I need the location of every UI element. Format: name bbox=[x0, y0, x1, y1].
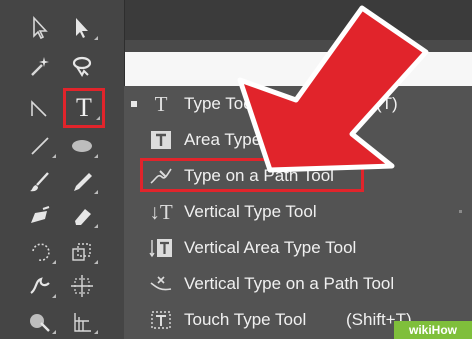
direct-selection-tool[interactable] bbox=[62, 10, 102, 46]
area-type-icon bbox=[146, 129, 176, 151]
magic-wand-tool[interactable] bbox=[20, 48, 60, 84]
eraser-icon bbox=[75, 209, 91, 225]
lasso-tool[interactable] bbox=[62, 48, 102, 84]
tools-panel: T bbox=[0, 0, 125, 339]
perspective-grid-icon bbox=[74, 313, 91, 332]
menu-item-label: Vertical Type Tool bbox=[184, 202, 317, 221]
menu-item-type-tool[interactable]: T Type Tool (T) bbox=[124, 86, 472, 122]
menu-item-shortcut: (T) bbox=[376, 94, 398, 113]
type-tools-flyout-menu: T Type Tool (T) Area Type Tool Type on a… bbox=[124, 86, 472, 339]
scroll-indicator bbox=[459, 210, 462, 213]
active-tool-bullet bbox=[131, 101, 137, 107]
menu-item-label: Vertical Type on a Path Tool bbox=[184, 274, 395, 293]
pencil-tool[interactable] bbox=[62, 164, 102, 200]
vertical-area-type-icon bbox=[146, 237, 176, 259]
document-canvas bbox=[124, 52, 472, 86]
width-tool[interactable] bbox=[20, 268, 60, 304]
paintbrush-icon bbox=[30, 172, 49, 192]
rotate-icon bbox=[32, 243, 50, 262]
pen-icon bbox=[31, 100, 47, 117]
free-transform-icon bbox=[71, 275, 93, 297]
ellipse-icon bbox=[72, 140, 92, 152]
shape-builder-tool[interactable] bbox=[20, 304, 60, 339]
menu-item-label: Vertical Area Type Tool bbox=[184, 238, 357, 257]
app-chrome-divider bbox=[124, 40, 472, 52]
eraser-tool[interactable] bbox=[62, 198, 102, 234]
vertical-type-on-path-icon bbox=[146, 273, 176, 295]
blob-brush-icon bbox=[31, 206, 50, 223]
line-segment-tool[interactable] bbox=[20, 128, 60, 164]
illustrator-tools-screenshot: T T Type Tool (T) Area Type Tool Type on… bbox=[0, 0, 472, 339]
line-icon bbox=[31, 137, 49, 155]
menu-item-vertical-type-tool[interactable]: ↓T Vertical Type Tool bbox=[124, 194, 472, 230]
scale-icon bbox=[72, 243, 91, 261]
menu-item-label: Area Type Tool bbox=[184, 130, 297, 149]
type-icon: T bbox=[154, 91, 168, 116]
type-tool-highlight-box bbox=[63, 88, 105, 128]
touch-type-icon bbox=[146, 309, 176, 331]
pencil-icon bbox=[74, 173, 92, 191]
scale-tool[interactable] bbox=[62, 234, 102, 270]
menu-item-area-type-tool[interactable]: Area Type Tool bbox=[124, 122, 472, 158]
direct-selection-arrow-icon bbox=[76, 18, 88, 38]
selection-arrow-icon bbox=[33, 15, 48, 40]
shape-builder-icon bbox=[30, 314, 50, 332]
pen-tool[interactable] bbox=[20, 90, 60, 126]
lasso-icon bbox=[72, 56, 92, 78]
magic-wand-icon bbox=[31, 57, 49, 76]
menu-item-vertical-area-type-tool[interactable]: Vertical Area Type Tool bbox=[124, 230, 472, 266]
paintbrush-tool[interactable] bbox=[20, 164, 60, 200]
selection-tool[interactable] bbox=[20, 10, 60, 46]
app-chrome-top bbox=[124, 0, 472, 40]
vertical-type-icon: ↓T bbox=[149, 199, 173, 224]
watermark-badge: wikiHow bbox=[394, 321, 472, 339]
menu-item-label: Touch Type Tool bbox=[184, 310, 307, 329]
blob-brush-tool[interactable] bbox=[20, 198, 60, 234]
ellipse-tool[interactable] bbox=[62, 128, 102, 164]
menu-item-vertical-type-on-a-path-tool[interactable]: Vertical Type on a Path Tool bbox=[124, 266, 472, 302]
width-icon bbox=[30, 277, 50, 294]
menu-item-label: Type Tool bbox=[184, 94, 257, 113]
perspective-grid-tool[interactable] bbox=[62, 304, 102, 339]
type-on-path-highlight-box bbox=[140, 158, 364, 192]
free-transform-tool[interactable] bbox=[62, 268, 102, 304]
rotate-tool[interactable] bbox=[20, 234, 60, 270]
